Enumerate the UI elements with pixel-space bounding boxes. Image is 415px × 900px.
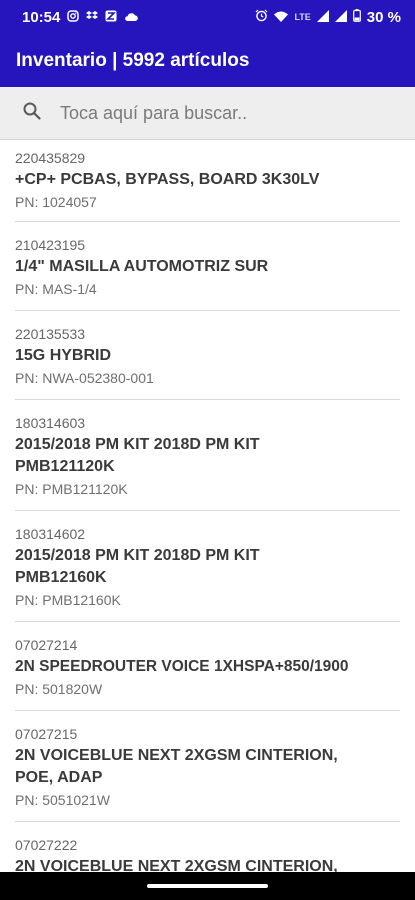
battery-icon — [352, 8, 361, 26]
item-part-number: PN: 501820W — [15, 681, 103, 697]
item-code: 07027222 — [15, 837, 78, 853]
item-code: 180314602 — [15, 526, 86, 542]
search-icon[interactable] — [22, 101, 58, 126]
list-item[interactable]: 07027214 2N SPEEDROUTER VOICE 1XHSPA+850… — [15, 622, 400, 711]
status-time: 10:54 — [22, 8, 61, 26]
list-item[interactable]: 220135533 15G HYBRID PN: NWA-052380-001 — [15, 311, 400, 400]
item-code: 220435829 — [15, 150, 86, 166]
item-name: 15G HYBRID — [15, 347, 112, 364]
item-name: 2N VOICEBLUE NEXT 2XGSM CINTERION, POE, … — [15, 747, 338, 786]
item-name: 1/4" MASILLA AUTOMOTRIZ SUR — [15, 258, 269, 275]
wifi-icon — [274, 9, 289, 26]
item-part-number: PN: MAS-1/4 — [15, 281, 97, 297]
item-code: 210423195 — [15, 237, 86, 253]
navigation-bar — [0, 872, 415, 900]
status-right: LTE 30 % — [255, 8, 401, 26]
page-title: Inventario | 5992 artículos — [16, 49, 250, 71]
item-name: +CP+ PCBAS, BYPASS, BOARD 3K30LV — [15, 171, 320, 188]
status-bar: 10:54 LTE 30 % — [0, 0, 415, 34]
dropbox-icon — [86, 9, 99, 26]
item-code: 220135533 — [15, 326, 86, 342]
instagram-icon — [67, 9, 80, 26]
search-bar[interactable] — [0, 87, 415, 140]
item-part-number: PN: 1024057 — [15, 194, 97, 210]
lte-signal-icon — [316, 9, 329, 26]
item-code: 07027215 — [15, 726, 78, 742]
item-code: 07027214 — [15, 637, 78, 653]
battery-percent: 30 % — [366, 8, 401, 26]
cloud-icon — [124, 9, 139, 26]
status-left: 10:54 — [22, 8, 139, 26]
item-part-number: PN: 5051021W — [15, 792, 110, 808]
item-code: 180314603 — [15, 415, 86, 431]
item-name: 2N SPEEDROUTER VOICE 1XHSPA+850/1900 — [15, 658, 349, 675]
signal-icon — [334, 9, 347, 26]
search-input[interactable] — [58, 101, 392, 125]
home-gesture-handle[interactable] — [147, 884, 268, 888]
item-part-number: PN: PMB121120K — [15, 481, 128, 497]
list-item[interactable]: 180314602 2015/2018 PM KIT 2018D PM KIT … — [15, 511, 400, 622]
item-name: 2015/2018 PM KIT 2018D PM KIT PMB121120K — [15, 436, 260, 475]
list-item[interactable]: 180314603 2015/2018 PM KIT 2018D PM KIT … — [15, 400, 400, 511]
lte-label: LTE — [294, 12, 311, 22]
item-part-number: PN: PMB12160K — [15, 592, 121, 608]
alarm-icon — [255, 9, 268, 26]
app-icon — [105, 9, 117, 26]
list-item[interactable]: 07027215 2N VOICEBLUE NEXT 2XGSM CINTERI… — [15, 711, 400, 822]
app-bar: Inventario | 5992 artículos — [0, 34, 415, 87]
item-name: 2015/2018 PM KIT 2018D PM KIT PMB12160K — [15, 547, 260, 586]
list-item[interactable]: 210423195 1/4" MASILLA AUTOMOTRIZ SUR PN… — [15, 222, 400, 311]
inventory-list[interactable]: 220435829 +CP+ PCBAS, BYPASS, BOARD 3K30… — [0, 141, 415, 882]
item-part-number: PN: NWA-052380-001 — [15, 370, 154, 386]
list-item[interactable]: 220435829 +CP+ PCBAS, BYPASS, BOARD 3K30… — [15, 141, 400, 222]
